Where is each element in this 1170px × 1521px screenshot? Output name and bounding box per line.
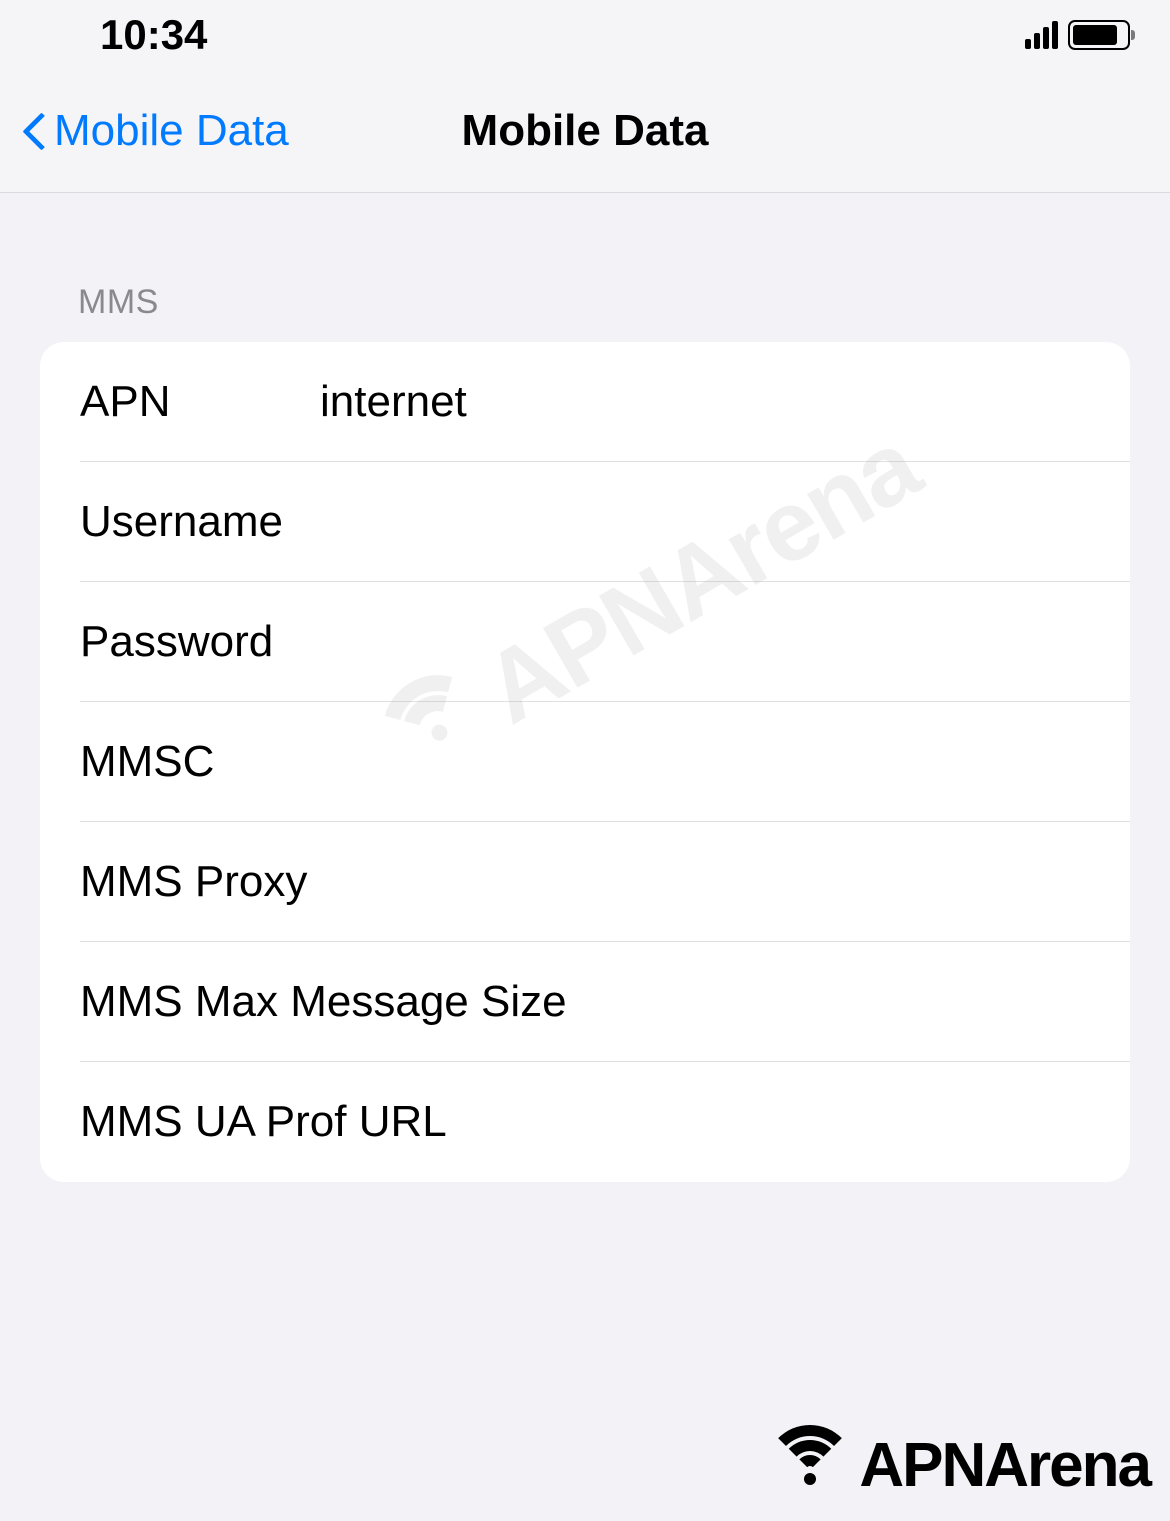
apn-input[interactable] bbox=[320, 377, 1090, 427]
status-time: 10:34 bbox=[100, 11, 207, 59]
password-row[interactable]: Password bbox=[40, 582, 1130, 702]
username-row[interactable]: Username bbox=[40, 462, 1130, 582]
back-label: Mobile Data bbox=[54, 106, 289, 156]
cellular-signal-icon bbox=[1025, 21, 1058, 49]
mms-max-size-row[interactable]: MMS Max Message Size bbox=[40, 942, 1130, 1062]
status-icons bbox=[1025, 20, 1130, 50]
section-header-mms: MMS bbox=[0, 193, 1170, 332]
mmsc-label: MMSC bbox=[80, 737, 320, 787]
wifi-icon bbox=[765, 1431, 855, 1501]
status-bar: 10:34 bbox=[0, 0, 1170, 70]
password-label: Password bbox=[80, 617, 320, 667]
mms-ua-prof-row[interactable]: MMS UA Prof URL bbox=[40, 1062, 1130, 1182]
mms-max-size-label: MMS Max Message Size bbox=[80, 977, 1090, 1027]
mmsc-input[interactable] bbox=[320, 737, 1090, 787]
footer-logo: APNArena bbox=[765, 1430, 1150, 1501]
chevron-left-icon bbox=[22, 110, 46, 152]
page-title: Mobile Data bbox=[462, 106, 709, 156]
mmsc-row[interactable]: MMSC bbox=[40, 702, 1130, 822]
mms-ua-prof-label: MMS UA Prof URL bbox=[80, 1097, 1090, 1147]
footer-brand-text: APNArena bbox=[859, 1430, 1150, 1501]
password-input[interactable] bbox=[320, 617, 1090, 667]
back-button[interactable]: Mobile Data bbox=[0, 106, 289, 156]
apn-label: APN bbox=[80, 377, 320, 427]
apn-row[interactable]: APN bbox=[40, 342, 1130, 462]
username-input[interactable] bbox=[320, 497, 1090, 547]
mms-proxy-input[interactable] bbox=[515, 857, 1090, 907]
mms-settings-group: APN Username Password MMSC MMS Proxy MMS… bbox=[40, 342, 1130, 1182]
mms-proxy-row[interactable]: MMS Proxy bbox=[40, 822, 1130, 942]
mms-proxy-label: MMS Proxy bbox=[80, 857, 515, 907]
battery-icon bbox=[1068, 20, 1130, 50]
navigation-bar: Mobile Data Mobile Data bbox=[0, 70, 1170, 193]
username-label: Username bbox=[80, 497, 320, 547]
